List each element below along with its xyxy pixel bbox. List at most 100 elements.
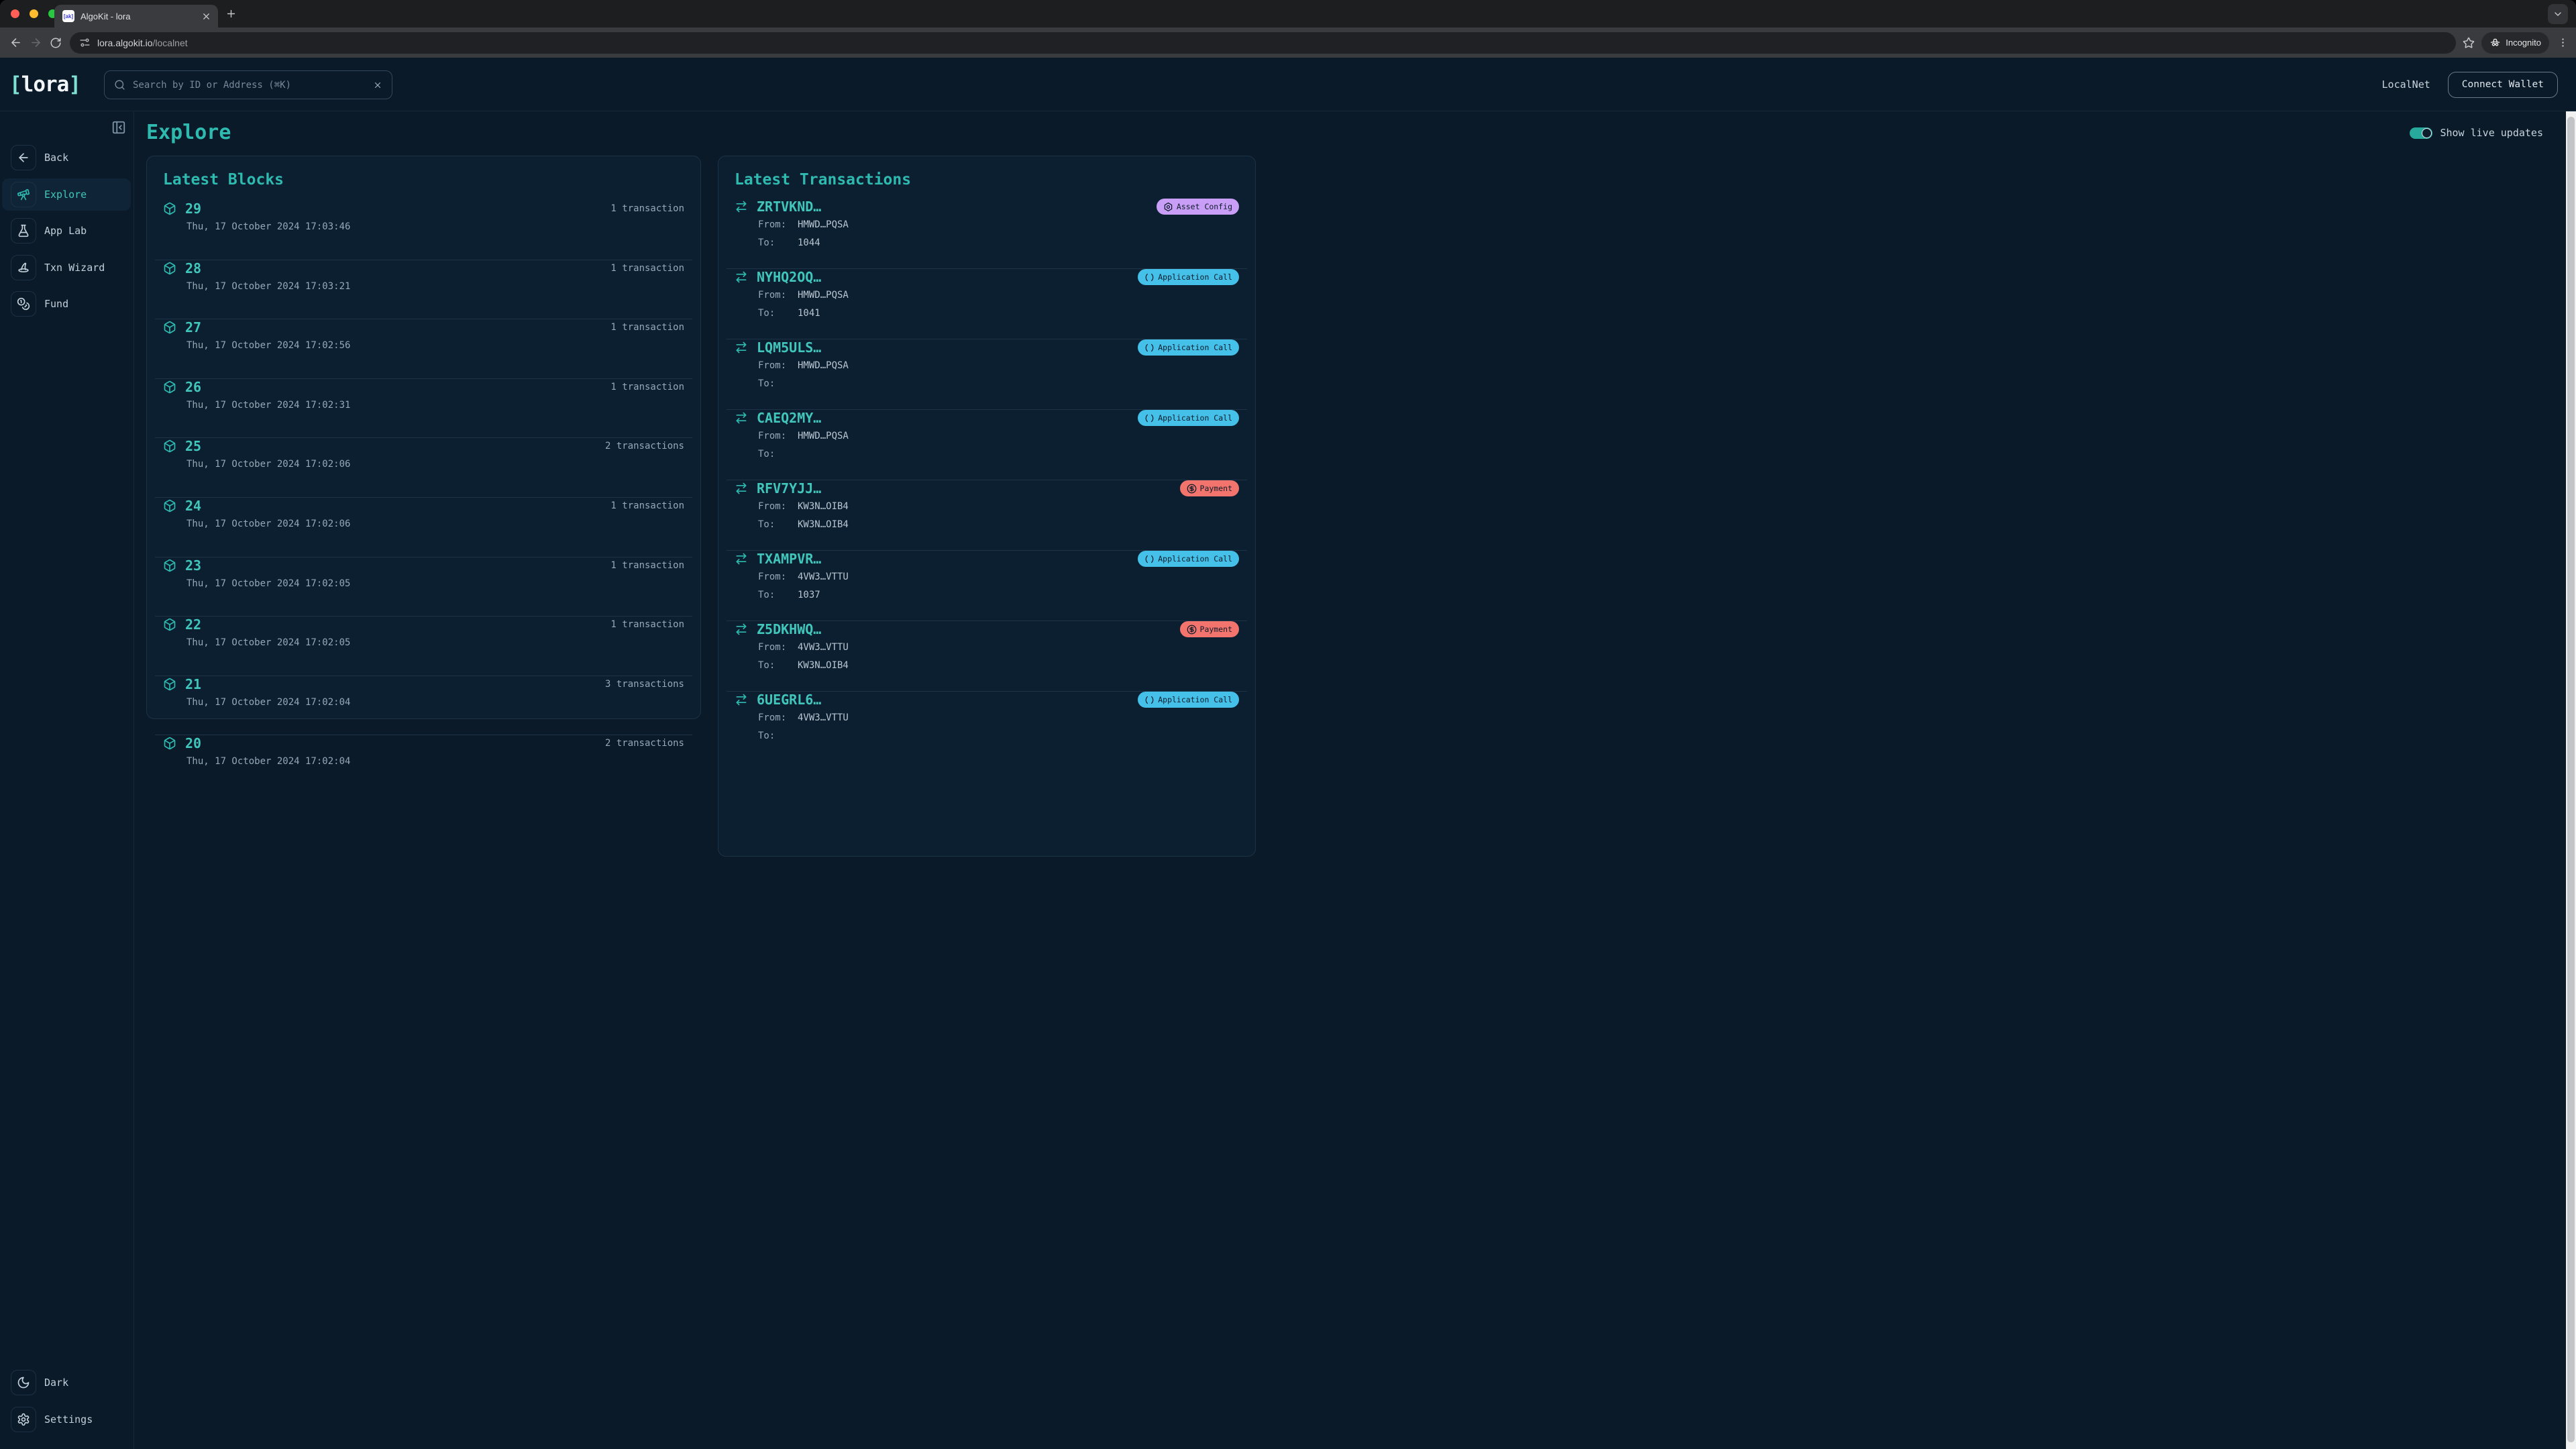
connect-wallet-button[interactable]: Connect Wallet [2447, 71, 2558, 98]
transaction-id-link[interactable]: LQM5ULS… [757, 339, 821, 356]
latest-transactions-title: Latest Transactions [735, 171, 912, 189]
transaction-id-link[interactable]: ZRTVKND… [757, 199, 821, 215]
gear-icon [17, 1413, 30, 1426]
reload-button[interactable] [46, 33, 66, 53]
sidebar-item-icon-button[interactable] [11, 218, 36, 244]
block-timestamp: Thu, 17 October 2024 17:02:31 [186, 399, 351, 411]
box-icon [164, 737, 176, 750]
url-bar[interactable]: lora.algokit.io/localnet [70, 32, 2457, 54]
sidebar-item-explore[interactable]: Explore [0, 176, 133, 213]
transaction-type-label: Application Call [1158, 343, 1232, 352]
sidebar-item-icon-button[interactable] [11, 145, 36, 171]
sidebar-item-label: Dark [44, 1377, 69, 1389]
transaction-row: 6UEGRL6… Application Call From: 4VW3…VTTU… [718, 691, 1255, 756]
transaction-type-badge: Application Call [1138, 269, 1239, 285]
sidebar-item-back[interactable]: Back [0, 140, 133, 176]
window-minimize-button[interactable] [30, 9, 38, 18]
forward-button[interactable] [25, 33, 46, 53]
site-settings-icon[interactable] [79, 37, 91, 48]
bookmark-star-icon[interactable] [2463, 37, 2475, 49]
incognito-icon [2491, 38, 2500, 46]
block-row: 29 1 transaction Thu, 17 October 2024 17… [147, 200, 700, 252]
transaction-id-link[interactable]: 6UEGRL6… [757, 692, 821, 708]
sidebar-collapse-button[interactable] [109, 118, 128, 137]
block-number-link[interactable]: 25 [185, 438, 201, 454]
application-call-icon [1145, 273, 1154, 281]
to-value: KW3N…OIB4 [798, 660, 849, 671]
block-number-link[interactable]: 20 [185, 735, 201, 751]
flask-icon [18, 225, 29, 237]
window-controls [11, 9, 57, 18]
transaction-row: CAEQ2MY… Application Call From: HMWD…PQSA… [718, 409, 1255, 474]
box-icon [164, 559, 176, 572]
to-label: To: [758, 378, 775, 389]
transaction-type-label: Application Call [1158, 413, 1232, 423]
sidebar-item-fund[interactable]: Fund [0, 286, 133, 323]
transaction-type-badge: Application Call [1138, 339, 1239, 356]
transaction-type-badge: Asset Config [1156, 199, 1239, 215]
tab-close-icon[interactable] [201, 11, 211, 21]
block-number-link[interactable]: 28 [185, 260, 201, 276]
transaction-id-link[interactable]: TXAMPVR… [757, 551, 821, 567]
from-label: From: [758, 219, 787, 230]
transaction-id-link[interactable]: CAEQ2MY… [757, 410, 821, 426]
from-value: HMWD…PQSA [798, 431, 849, 441]
block-number-link[interactable]: 23 [185, 557, 201, 574]
payment-icon [1187, 625, 1196, 634]
block-number-link[interactable]: 29 [185, 201, 201, 217]
block-txn-count: 1 transaction [610, 500, 684, 511]
page-title: Explore [146, 121, 231, 144]
scrollbar-thumb[interactable] [2567, 117, 2575, 1442]
sidebar-item-icon-button[interactable] [11, 1406, 36, 1432]
back-button[interactable] [5, 33, 25, 53]
search-input[interactable] [133, 79, 373, 91]
box-icon [164, 202, 176, 215]
browser-menu-button[interactable] [2553, 34, 2572, 52]
transaction-id-link[interactable]: NYHQ2OQ… [757, 269, 821, 285]
from-label: From: [758, 642, 787, 653]
box-icon [164, 678, 176, 690]
tab-search-button[interactable] [2548, 4, 2568, 24]
swap-icon [736, 341, 747, 354]
sidebar-item-icon-button[interactable] [11, 254, 36, 280]
transaction-type-label: Application Call [1158, 554, 1232, 564]
application-call-icon [1145, 343, 1154, 352]
scrollbar[interactable] [2566, 111, 2576, 1449]
sidebar-item-icon-button[interactable] [11, 291, 36, 317]
new-tab-button[interactable] [225, 8, 237, 19]
sidebar-item-icon-button[interactable] [11, 1370, 36, 1396]
sidebar-item-settings[interactable]: Settings [0, 1401, 133, 1438]
swap-icon [736, 623, 747, 635]
block-row: 27 1 transaction Thu, 17 October 2024 17… [147, 319, 700, 371]
from-label: From: [758, 572, 787, 582]
from-value: HMWD…PQSA [798, 290, 849, 301]
sidebar-item-app-lab[interactable]: App Lab [0, 213, 133, 250]
application-call-icon [1145, 696, 1154, 704]
lora-logo[interactable]: [lora] [9, 72, 81, 97]
sidebar-item-dark[interactable]: Dark [0, 1364, 133, 1401]
block-number-link[interactable]: 21 [185, 676, 201, 692]
search-clear-icon[interactable] [373, 80, 382, 90]
transaction-id-link[interactable]: RFV7YJJ… [757, 480, 821, 496]
to-label: To: [758, 590, 775, 600]
network-label[interactable]: LocalNet [2382, 78, 2430, 91]
sidebar-item-label: Settings [44, 1413, 93, 1426]
transaction-id-link[interactable]: Z5DKHWQ… [757, 621, 821, 637]
arrow-left-icon [11, 38, 20, 47]
block-txn-count: 3 transactions [604, 678, 684, 690]
sidebar-item-icon-button[interactable] [11, 181, 36, 207]
block-number-link[interactable]: 26 [185, 379, 201, 395]
block-number-link[interactable]: 27 [185, 319, 201, 335]
browser-tab[interactable]: [ak] AlgoKit - lora [54, 5, 218, 28]
swap-icon [736, 201, 747, 213]
sidebar-item-txn-wizard[interactable]: Txn Wizard [0, 250, 133, 286]
live-updates-toggle[interactable] [2410, 127, 2433, 139]
block-number-link[interactable]: 24 [185, 498, 201, 514]
transaction-type-badge: Application Call [1138, 692, 1239, 708]
search-box[interactable] [104, 70, 392, 99]
block-txn-count: 1 transaction [610, 619, 684, 631]
moon-icon [17, 1377, 30, 1389]
block-number-link[interactable]: 22 [185, 616, 201, 633]
window-close-button[interactable] [11, 9, 19, 18]
transaction-type-label: Payment [1199, 484, 1232, 493]
